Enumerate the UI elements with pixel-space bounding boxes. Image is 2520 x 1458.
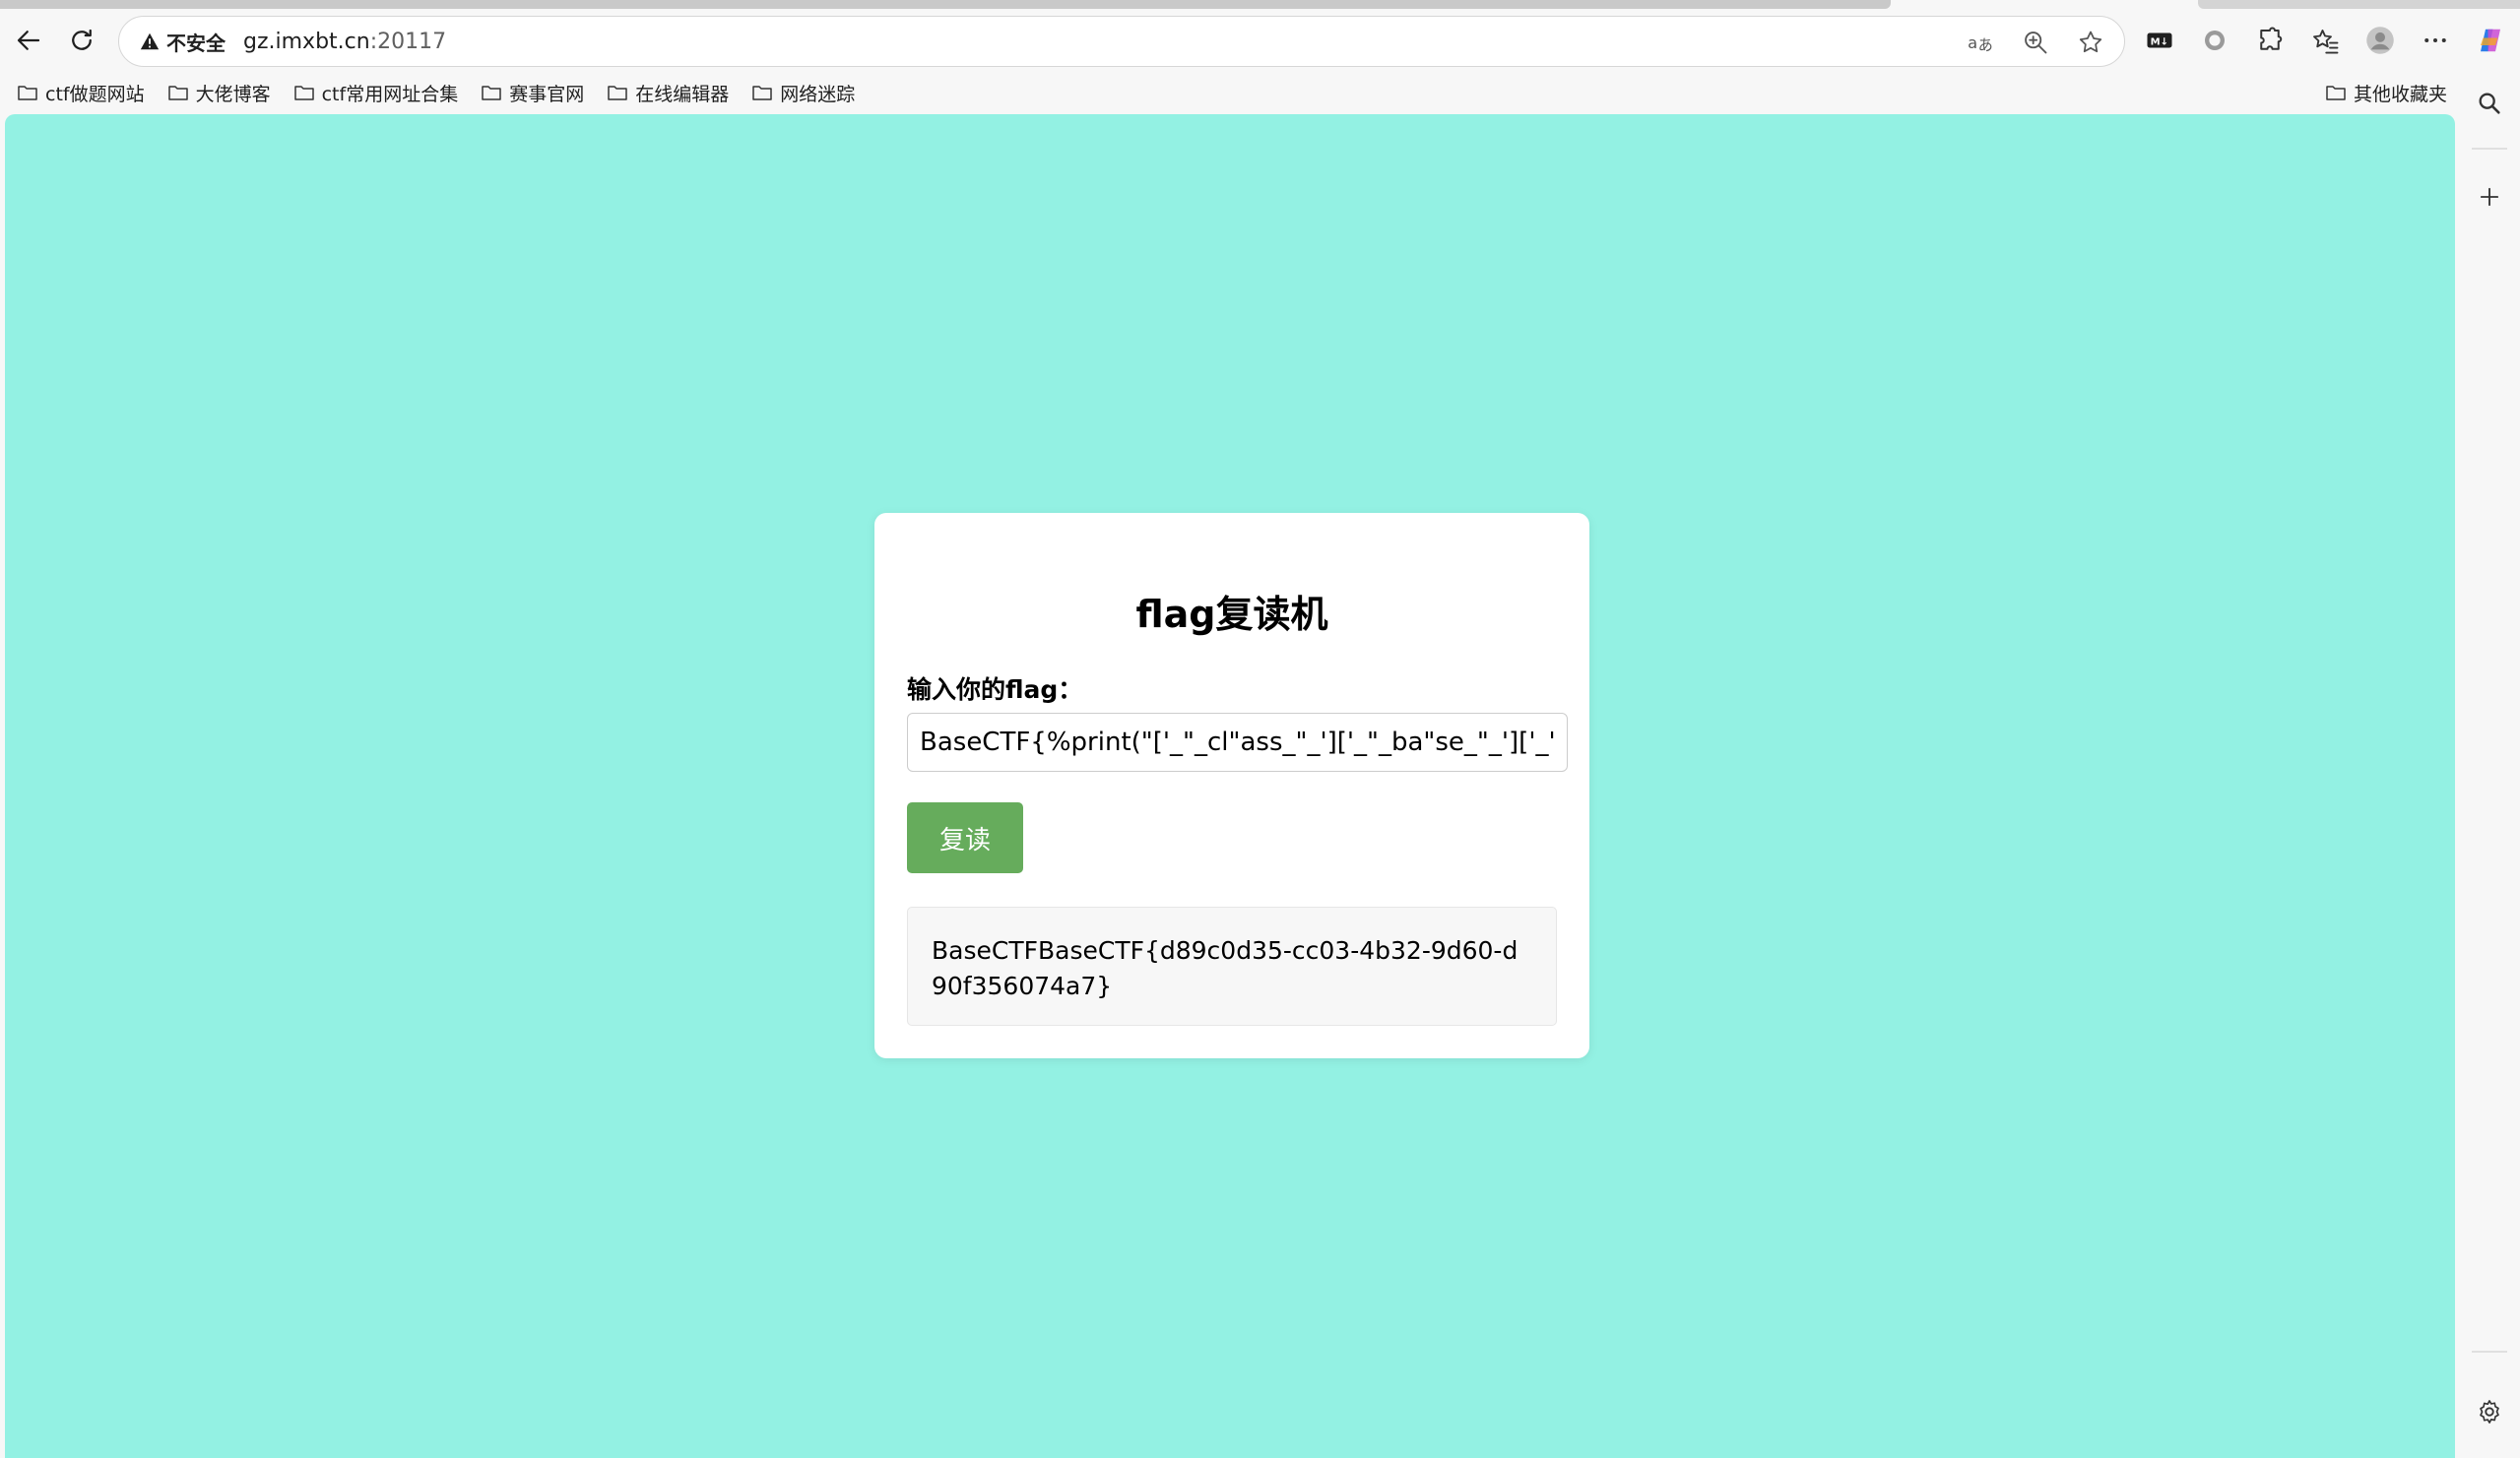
more-menu-button[interactable] <box>2413 18 2458 63</box>
copilot-icon <box>2481 29 2500 52</box>
result-output: BaseCTFBaseCTF{d89c0d35-cc03-4b32-9d60-d… <box>907 907 1557 1026</box>
security-indicator[interactable]: 不安全 <box>133 24 235 59</box>
sidebar-settings-button[interactable] <box>2468 1390 2511 1433</box>
url-host: gz.imxbt.cn <box>243 29 370 54</box>
zoom-icon <box>2025 32 2047 54</box>
folder-icon <box>608 86 627 100</box>
bookmark-folder-editors[interactable]: 在线编辑器 <box>600 75 735 110</box>
favorite-button[interactable] <box>2071 23 2110 62</box>
circle-extension-icon <box>2205 31 2225 50</box>
folder-icon <box>18 86 37 100</box>
sidebar-add-button[interactable] <box>2468 175 2511 219</box>
svg-text:あ: あ <box>1978 36 1993 54</box>
folder-icon <box>167 86 188 100</box>
bookmark-label: ctf常用网址合集 <box>321 83 459 105</box>
back-arrow-icon <box>17 31 40 50</box>
bookmark-label: 赛事官网 <box>509 83 585 105</box>
profile-button[interactable] <box>2358 18 2403 63</box>
bookmark-label: 在线编辑器 <box>635 83 730 105</box>
bookmark-folder-events[interactable]: 赛事官网 <box>474 75 590 110</box>
flag-repeater-card: flag复读机 输入你的flag： 复读 BaseCTFBaseCTF{d89c… <box>874 513 1589 1058</box>
svg-text:M↓: M↓ <box>2151 36 2168 47</box>
circle-extension-button[interactable] <box>2192 18 2237 63</box>
more-menu-icon <box>2424 38 2446 42</box>
address-bar[interactable]: 不安全 gz.imxbt.cn:20117 aあ <box>118 16 2125 67</box>
plus-icon <box>2480 187 2499 207</box>
md-extension-button[interactable]: M↓ <box>2137 18 2182 63</box>
bookmark-folder-blogs[interactable]: 大佬博客 <box>161 75 277 110</box>
tab-strip <box>0 0 2520 10</box>
folder-icon <box>293 86 314 100</box>
flag-input-label: 输入你的flag： <box>907 675 1083 704</box>
folder-icon <box>2326 86 2346 100</box>
page-title: flag复读机 <box>1135 593 1328 636</box>
favorite-star-icon <box>2079 31 2102 53</box>
extensions-button[interactable] <box>2247 18 2293 63</box>
md-extension-icon: M↓ <box>2147 32 2172 48</box>
translate-icon: aあ <box>1968 33 1993 54</box>
bookmark-folder-other[interactable]: 其他收藏夹 <box>2318 75 2453 110</box>
sidebar-search-button[interactable] <box>2468 82 2511 125</box>
url-text[interactable]: gz.imxbt.cn:20117 <box>243 30 446 54</box>
bookmark-label: 网络迷踪 <box>780 83 856 105</box>
browser-toolbar: 不安全 gz.imxbt.cn:20117 aあ M↓ <box>0 10 2520 71</box>
sidebar-divider <box>2472 1351 2507 1353</box>
security-label: 不安全 <box>166 31 226 55</box>
favorites-icon <box>2313 30 2339 54</box>
bookmarks-bar: ctf做题网站 大佬博客 ctf常用网址合集 赛事官网 在线编辑器 网络迷踪 其… <box>0 71 2520 114</box>
flag-input[interactable] <box>907 713 1568 772</box>
bookmark-label: 大佬博客 <box>195 83 271 105</box>
extensions-puzzle-icon <box>2260 27 2283 50</box>
repeat-submit-button[interactable]: 复读 <box>907 802 1023 873</box>
bookmark-folder-ctf-sites[interactable]: ctf做题网站 <box>10 75 151 110</box>
favorites-button[interactable] <box>2302 18 2348 63</box>
folder-icon <box>752 86 772 100</box>
gear-icon <box>2480 1400 2499 1424</box>
back-button[interactable] <box>6 18 51 63</box>
reload-button[interactable] <box>59 18 104 63</box>
warning-triangle-icon <box>140 32 160 50</box>
bookmark-folder-osint[interactable]: 网络迷踪 <box>744 75 861 110</box>
svg-text:a: a <box>1968 33 1977 52</box>
bookmark-label: ctf做题网站 <box>45 83 145 105</box>
profile-avatar <box>2366 27 2394 54</box>
copilot-button[interactable] <box>2468 18 2513 63</box>
inactive-tab-edge[interactable] <box>2198 0 2520 9</box>
edge-sidebar <box>2458 71 2520 1458</box>
translate-button[interactable]: aあ <box>1961 23 2000 62</box>
bookmark-folder-ctf-links[interactable]: ctf常用网址合集 <box>287 75 465 110</box>
url-port: :20117 <box>369 29 447 54</box>
folder-icon <box>482 86 501 100</box>
sidebar-divider <box>2472 148 2507 150</box>
bookmark-label: 其他收藏夹 <box>2354 83 2448 105</box>
search-icon <box>2479 93 2500 114</box>
zoom-button[interactable] <box>2016 23 2055 62</box>
reload-icon <box>72 29 92 50</box>
active-tab-edge[interactable] <box>0 0 1891 9</box>
